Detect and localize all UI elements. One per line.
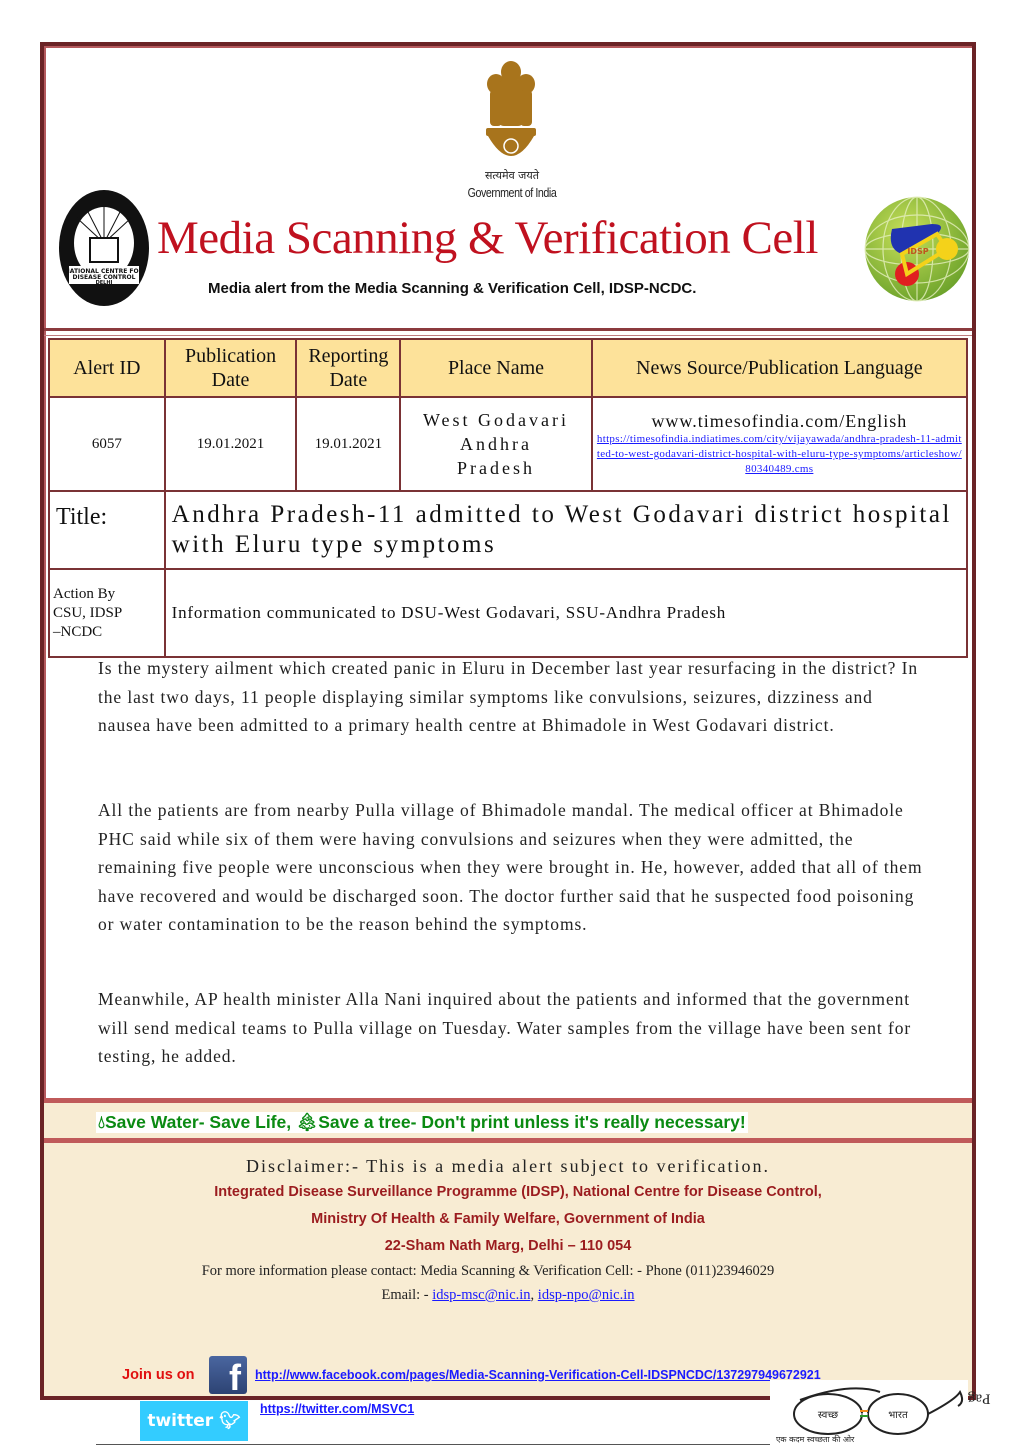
page-title: Media Scanning & Verification Cell (157, 212, 818, 264)
cell-place-name: West Godavari Andhra Pradesh (399, 396, 593, 492)
page-frame: सत्यमेव जयते Government of India NATIONA… (40, 42, 991, 1448)
action-text: Information communicated to DSU-West God… (163, 568, 969, 658)
cell-reporting-date: 19.01.2021 (295, 396, 402, 492)
save-water-text: Save Water- Save Life, (105, 1112, 292, 1132)
header-publication-date-label: Date (211, 369, 250, 391)
header-news-source: News Source/Publication Language (590, 338, 969, 398)
email-separator: , (530, 1287, 535, 1303)
twitter-link[interactable]: https://twitter.com/MSVC1 (260, 1402, 414, 1416)
header-reporting-label: Reporting (308, 345, 389, 367)
header-separator (44, 328, 972, 336)
save-water-message: 💧︎Save Water- Save Life, 🌲︎Save a tree- … (96, 1112, 748, 1133)
email-link-msc[interactable]: idsp-msc@nic.in (432, 1287, 530, 1303)
cell-alert-id: 6057 (48, 396, 166, 492)
government-of-india-label: Government of India (467, 185, 557, 200)
save-tree-text: Save a tree- Don't print unless it's rea… (318, 1112, 746, 1132)
place-line-3: Pradesh (456, 458, 535, 478)
action-row: Action By CSU, IDSP –NCDC Information comm… (48, 568, 969, 658)
action-label-line-2: CSU, IDSP (53, 604, 123, 621)
footer-band-bottom (44, 1138, 972, 1143)
place-line-1: West Godavari (422, 410, 569, 430)
idsp-logo-label: IDSP (907, 247, 928, 256)
action-by-label: Action By CSU, IDSP –NCDC (48, 568, 166, 658)
tree-icon: 🌲︎ (295, 1112, 319, 1132)
email-line: Email: - idsp-msc@nic.in, idsp-npo@nic.i… (44, 1287, 972, 1304)
idsp-globe-logo-icon: IDSP (864, 196, 970, 302)
cell-publication-date: 19.01.2021 (163, 396, 298, 492)
water-drop-icon: 💧︎ (98, 1112, 105, 1132)
body-paragraph: Meanwhile, AP health minister Alla Nani … (98, 989, 912, 1066)
header-place-name: Place Name (399, 338, 593, 398)
title-label: Title: (48, 490, 166, 570)
facebook-link[interactable]: http://www.facebook.com/pages/Media-Scan… (255, 1368, 821, 1382)
emblem-motto: सत्यमेव जयते (484, 169, 539, 182)
header-reporting-date-label: Date (329, 369, 368, 391)
title-row: Title: Andhra Pradesh-11 admitted to Wes… (48, 490, 969, 570)
cell-news-source: www.timesofindia.com/English https://tim… (590, 396, 969, 492)
header-publication-label: Publication (184, 345, 277, 367)
alert-title: Andhra Pradesh-11 admitted to West Godav… (163, 490, 969, 570)
join-us-label: Join us on (122, 1367, 195, 1383)
action-label-line-1: Action By (53, 585, 116, 602)
org-line-1: Integrated Disease Surveillance Programm… (214, 1184, 822, 1200)
page-subtitle: Media alert from the Media Scanning & Ve… (208, 280, 697, 297)
footer: 💧︎Save Water- Save Life, 🌲︎Save a tree- … (44, 1098, 991, 1448)
news-source-name: www.timesofindia.com/English (651, 411, 908, 431)
email-link-npo[interactable]: idsp-npo@nic.in (538, 1287, 635, 1303)
twitter-icon[interactable]: twitter 🐦︎ (140, 1401, 248, 1441)
news-article-link[interactable]: https://timesofindia.indiatimes.com/city… (593, 432, 966, 477)
footer-band-top (44, 1098, 972, 1103)
table-row: 6057 19.01.2021 19.01.2021 West Godavari… (48, 396, 969, 492)
contact-info: For more information please contact: Med… (201, 1263, 775, 1279)
national-emblem-icon (486, 61, 536, 156)
svg-text:DELHI: DELHI (96, 280, 113, 286)
twitter-logo-text: twitter (147, 1411, 214, 1431)
swachh-bharat-logo-icon: स्वच्छ भारत एक कदम स्वच्छता की ओर (770, 1380, 968, 1448)
header-alert-id: Alert ID (48, 338, 166, 398)
header-reporting-date: Reporting Date (295, 338, 402, 398)
disclaimer: Disclaimer:- This is a media alert subje… (245, 1156, 771, 1176)
header-publication-date: Publication Date (163, 338, 298, 398)
table-header-row: Alert ID Publication Date Reporting Date P… (48, 338, 969, 398)
body-paragraph: Is the mystery ailment which created pan… (98, 658, 918, 735)
ncdc-logo-icon: NATIONAL CENTRE FOR DISEASE CONTROL DELH… (59, 190, 149, 306)
org-address: 22-Sham Nath Marg, Delhi – 110 054 (384, 1238, 632, 1254)
email-label: Email: - (381, 1287, 429, 1303)
action-label-line-3: –NCDC (53, 623, 103, 640)
bharat-text: भारत (888, 1410, 908, 1421)
swachh-text: स्वच्छ (818, 1410, 838, 1421)
place-line-2: Andhra (459, 434, 532, 454)
facebook-icon[interactable]: f (209, 1356, 247, 1394)
body-paragraph: All the patients are from nearby Pulla v… (98, 800, 923, 934)
org-line-2: Ministry Of Health & Family Welfare, Gov… (311, 1211, 705, 1227)
alert-details-table: Alert ID Publication Date Reporting Date P… (48, 338, 969, 658)
